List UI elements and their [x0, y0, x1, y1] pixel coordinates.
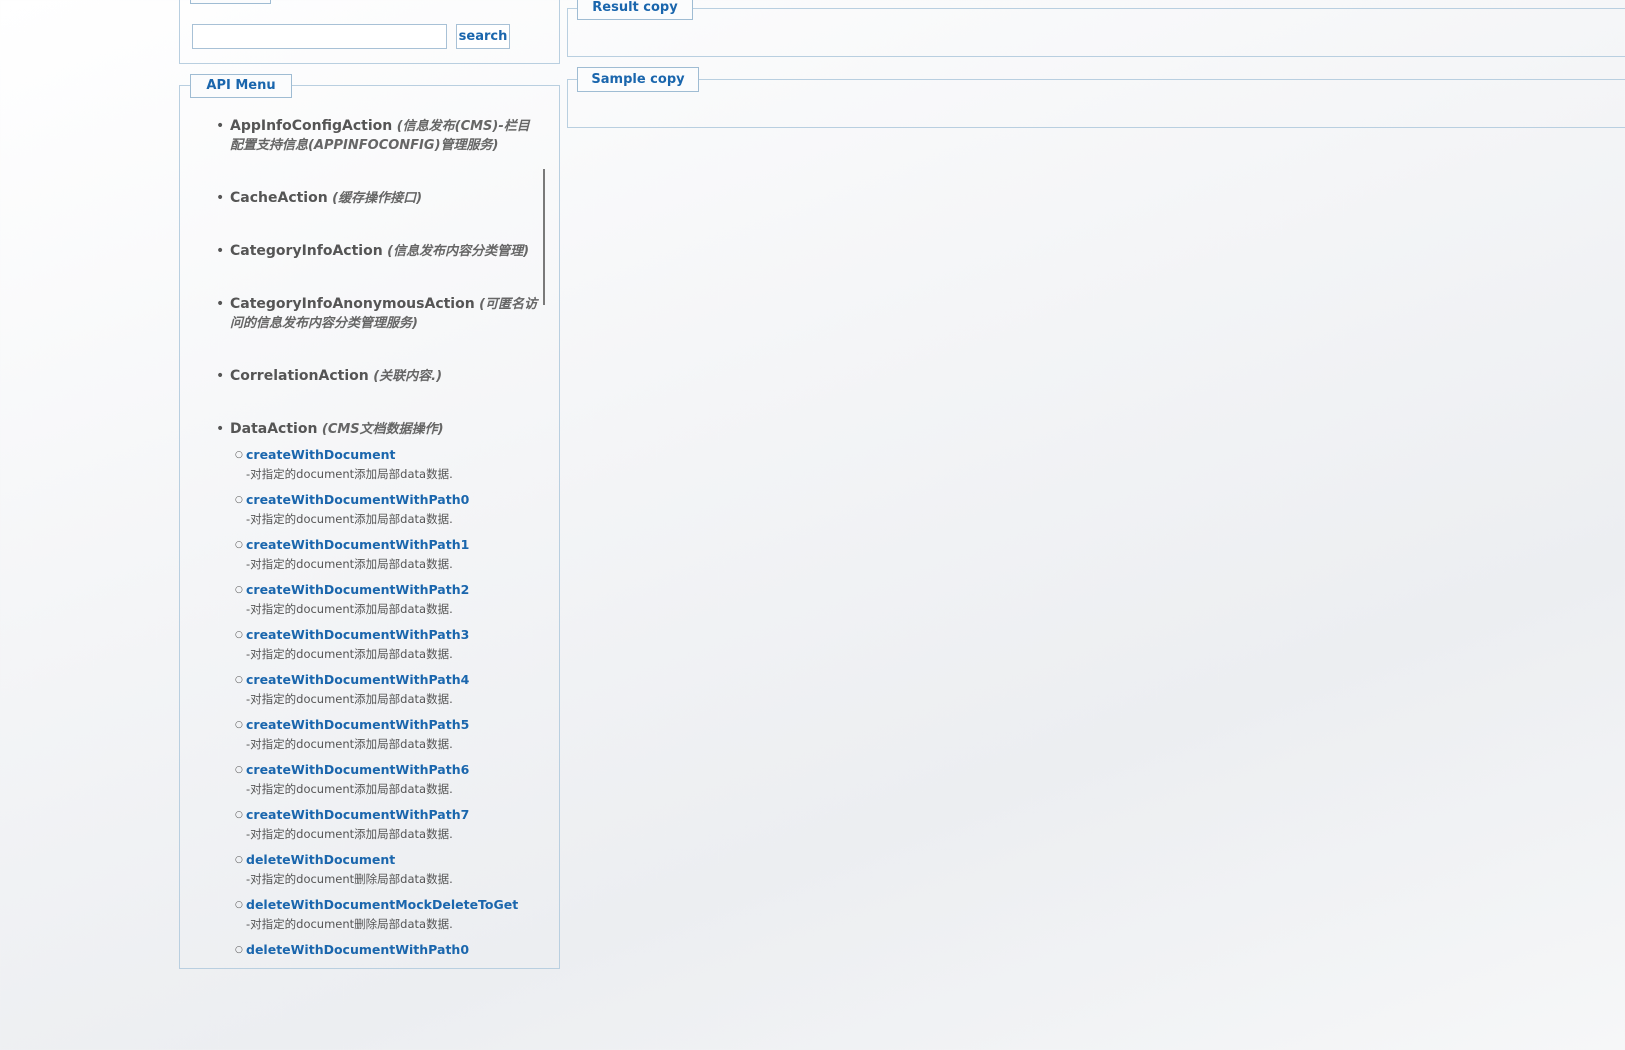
sample-copy-title: Sample copy [577, 67, 699, 92]
method-item: createWithDocumentWithPath6 -对指定的document… [230, 760, 542, 798]
method-description: -对指定的document添加局部data数据. [246, 557, 453, 571]
method-description: -对指定的document删除局部data数据. [246, 872, 453, 886]
method-description: -对指定的document添加局部data数据. [246, 467, 453, 481]
search-panel-tab [190, 0, 271, 4]
action-name[interactable]: CategoryInfoAnonymousAction [230, 296, 475, 312]
method-link[interactable]: createWithDocument [246, 445, 542, 465]
method-description: -对指定的document添加局部data数据. [246, 602, 453, 616]
method-description: -对指定的document添加局部data数据. [246, 647, 453, 661]
method-item: createWithDocument -对指定的document添加局部data数… [230, 445, 542, 483]
api-menu-title: API Menu [190, 74, 292, 98]
method-link[interactable]: createWithDocumentWithPath6 [246, 760, 542, 780]
action-item[interactable]: AppInfoConfigAction (信息发布(CMS)-栏目配置支持信息(… [183, 117, 548, 155]
result-copy-title: Result copy [577, 0, 693, 20]
action-item[interactable]: CategoryInfoAction (信息发布内容分类管理) [183, 242, 548, 261]
method-description: -对指定的document删除局部data数据. [246, 917, 453, 931]
method-link[interactable]: createWithDocumentWithPath5 [246, 715, 542, 735]
action-name[interactable]: AppInfoConfigAction [230, 118, 392, 134]
action-item[interactable]: CorrelationAction (关联内容.) [183, 367, 548, 386]
search-button[interactable]: search [456, 24, 510, 49]
method-item: deleteWithDocumentMockDeleteToGet -对指定的do… [230, 895, 542, 933]
method-item: createWithDocumentWithPath0 -对指定的document… [230, 490, 542, 528]
method-item: createWithDocumentWithPath2 -对指定的document… [230, 580, 542, 618]
method-description: -对指定的document添加局部data数据. [246, 782, 453, 796]
method-link[interactable]: createWithDocumentWithPath3 [246, 625, 542, 645]
action-name[interactable]: DataAction [230, 421, 317, 437]
action-item[interactable]: DataAction (CMS文档数据操作) createWithDocument… [183, 420, 548, 960]
action-name[interactable]: CorrelationAction [230, 368, 369, 384]
method-link[interactable]: deleteWithDocumentWithPath0 [246, 940, 542, 960]
scrollbar-thumb[interactable] [543, 169, 545, 305]
action-name[interactable]: CacheAction [230, 190, 328, 206]
action-list: AppInfoConfigAction (信息发布(CMS)-栏目配置支持信息(… [183, 117, 548, 960]
result-copy-panel [567, 8, 1625, 57]
api-menu-list[interactable]: AppInfoConfigAction (信息发布(CMS)-栏目配置支持信息(… [183, 105, 548, 961]
method-item: createWithDocumentWithPath3 -对指定的document… [230, 625, 542, 663]
action-item[interactable]: CacheAction (缓存操作接口) [183, 189, 548, 208]
method-item: deleteWithDocumentWithPath0 [230, 940, 542, 960]
action-description: (CMS文档数据操作) [321, 422, 444, 437]
method-item: createWithDocumentWithPath1 -对指定的document… [230, 535, 542, 573]
method-item: createWithDocumentWithPath5 -对指定的document… [230, 715, 542, 753]
action-description: (缓存操作接口) [332, 191, 423, 206]
method-item: createWithDocumentWithPath7 -对指定的document… [230, 805, 542, 843]
method-item: createWithDocumentWithPath4 -对指定的document… [230, 670, 542, 708]
method-link[interactable]: createWithDocumentWithPath2 [246, 580, 542, 600]
method-list: createWithDocument -对指定的document添加局部data数… [230, 445, 542, 960]
action-name[interactable]: CategoryInfoAction [230, 243, 383, 259]
action-description: (信息发布内容分类管理) [387, 244, 530, 259]
method-description: -对指定的document添加局部data数据. [246, 692, 453, 706]
method-item: deleteWithDocument -对指定的document删除局部data数… [230, 850, 542, 888]
method-link[interactable]: deleteWithDocumentMockDeleteToGet [246, 895, 542, 915]
method-link[interactable]: createWithDocumentWithPath4 [246, 670, 542, 690]
method-description: -对指定的document添加局部data数据. [246, 512, 453, 526]
sample-copy-panel [567, 79, 1625, 128]
method-link[interactable]: createWithDocumentWithPath1 [246, 535, 542, 555]
method-description: -对指定的document添加局部data数据. [246, 737, 453, 751]
method-link[interactable]: createWithDocumentWithPath7 [246, 805, 542, 825]
method-description: -对指定的document添加局部data数据. [246, 827, 453, 841]
search-input[interactable] [192, 24, 447, 49]
method-link[interactable]: createWithDocumentWithPath0 [246, 490, 542, 510]
method-link[interactable]: deleteWithDocument [246, 850, 542, 870]
action-item[interactable]: CategoryInfoAnonymousAction (可匿名访问的信息发布内… [183, 295, 548, 333]
action-description: (关联内容.) [373, 369, 443, 384]
